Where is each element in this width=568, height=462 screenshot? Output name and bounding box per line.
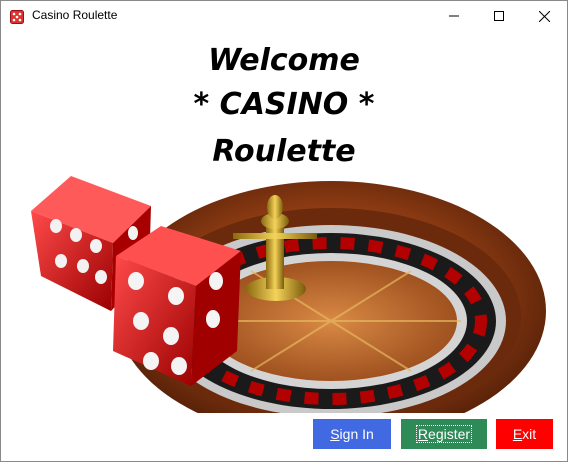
exit-label: xit (522, 426, 537, 442)
dice-icon (10, 9, 24, 24)
app-window: Casino Roulette Welcome * CASINO * Roule… (0, 0, 568, 462)
close-button[interactable] (521, 1, 567, 31)
close-icon (538, 10, 550, 22)
minimize-icon (449, 15, 459, 17)
exit-mnemonic: E (512, 426, 523, 442)
register-label: egister (428, 426, 471, 442)
sign-in-button[interactable]: Sign In (313, 419, 391, 449)
sign-in-mnemonic: S (330, 426, 340, 442)
welcome-heading: Welcome (208, 43, 360, 78)
maximize-button[interactable] (476, 1, 522, 31)
exit-button[interactable]: Exit (496, 419, 553, 449)
minimize-button[interactable] (431, 1, 477, 31)
sign-in-label: ign In (339, 426, 374, 442)
window-title: Casino Roulette (32, 8, 118, 22)
maximize-icon (494, 11, 504, 21)
register-button[interactable]: Register (401, 419, 487, 449)
register-focus-rect: Register (415, 425, 473, 443)
roulette-wheel-with-dice-image (31, 176, 546, 413)
title-bar: Casino Roulette (1, 1, 567, 31)
casino-heading: * CASINO * (193, 87, 375, 122)
roulette-heading: Roulette (212, 134, 356, 169)
register-mnemonic: R (417, 426, 429, 442)
